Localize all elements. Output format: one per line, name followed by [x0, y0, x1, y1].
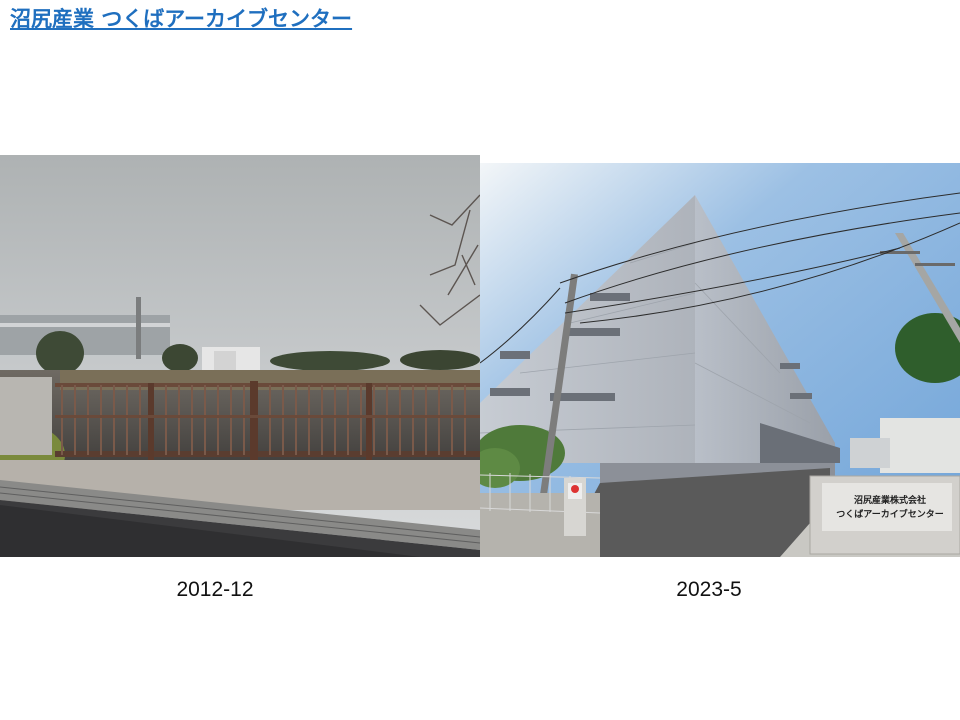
photo-2023: 沼尻産業株式会社 つくばアーカイブセンター: [480, 163, 960, 557]
photo-2012-caption: 2012-12: [176, 578, 254, 601]
company-sign-line2: つくばアーカイブセンター: [836, 510, 944, 520]
photo-2012-image: [0, 155, 480, 557]
photo-2012: [0, 155, 480, 557]
company-sign-line1: 沼尻産業株式会社: [853, 496, 926, 506]
page-title-link[interactable]: 沼尻産業 つくばアーカイブセンター: [10, 4, 352, 34]
photo-2023-caption: 2023-5: [676, 578, 742, 601]
